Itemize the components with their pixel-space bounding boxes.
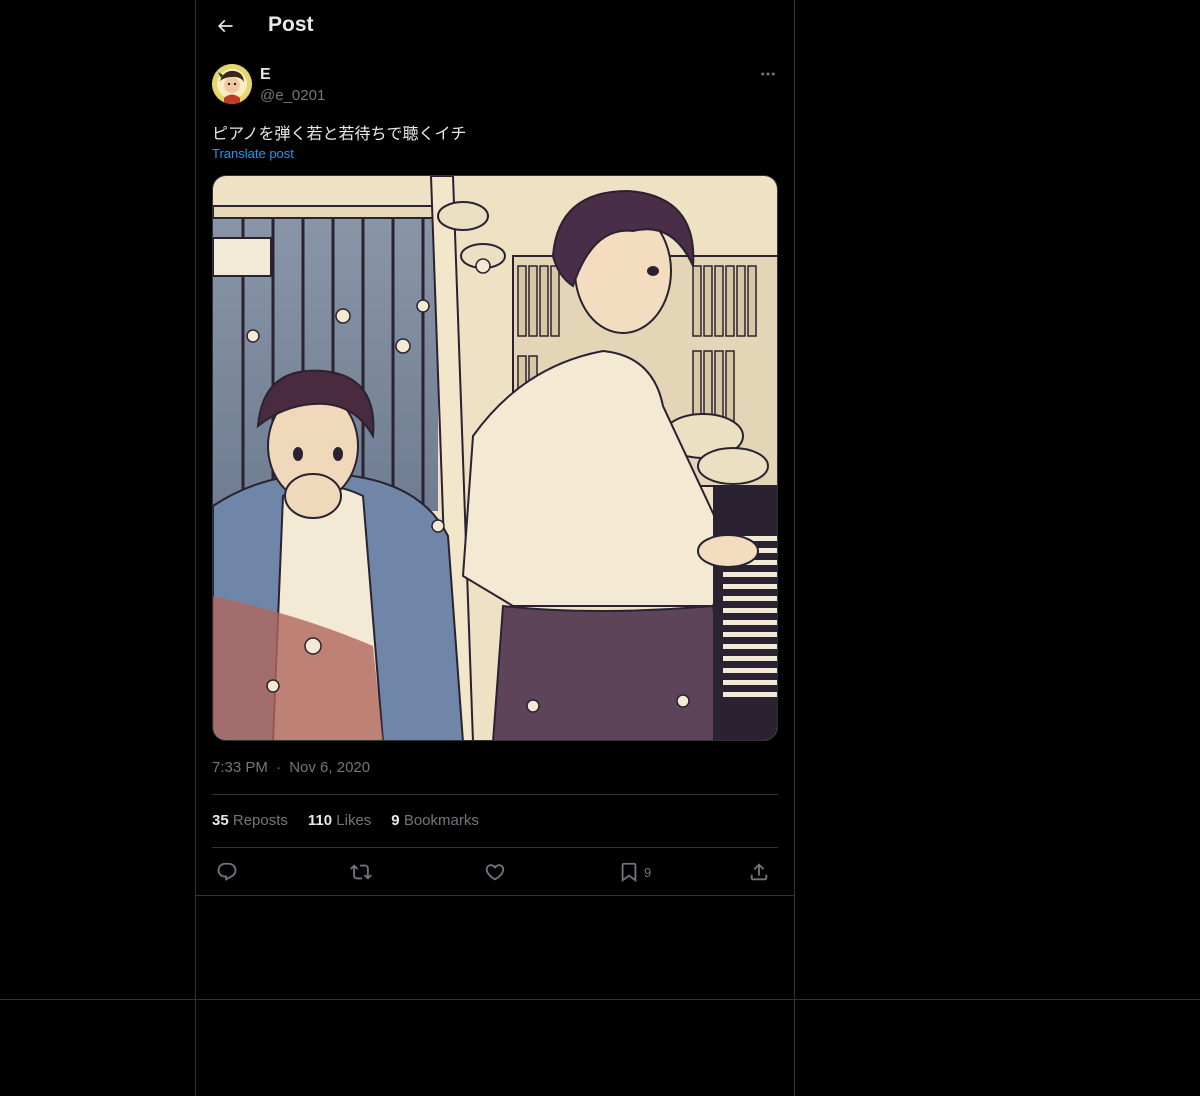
post-author: E @e_0201 xyxy=(212,64,778,108)
share-icon xyxy=(750,863,768,881)
bookmark-icon xyxy=(621,862,637,883)
stats-top-divider xyxy=(212,794,778,795)
translate-post-link[interactable]: Translate post xyxy=(212,146,294,161)
avatar-image xyxy=(212,64,252,104)
post-image[interactable] xyxy=(212,175,778,741)
bookmark-button[interactable]: 9 xyxy=(618,858,651,886)
repost-button[interactable] xyxy=(350,858,372,886)
repost-icon xyxy=(350,864,372,880)
reposts-count: 35 xyxy=(212,812,229,829)
illustration-image xyxy=(213,176,777,740)
back-button[interactable] xyxy=(208,9,242,43)
stats-bottom-divider xyxy=(212,847,778,848)
post-text: ピアノを弾く若と若待ちで聴くイチ xyxy=(212,124,467,143)
header: Post xyxy=(196,0,794,53)
post-stats: 35 Reposts 110 Likes 9 Bookmarks xyxy=(212,812,479,829)
reposts-label: Reposts xyxy=(232,812,288,829)
avatar[interactable] xyxy=(212,64,252,104)
heart-icon xyxy=(485,864,505,881)
reposts-stat[interactable]: 35 Reposts xyxy=(212,812,288,829)
reply-icon xyxy=(217,862,237,881)
author-handle[interactable]: @e_0201 xyxy=(260,87,325,104)
bookmarks-stat[interactable]: 9 Bookmarks xyxy=(391,812,479,829)
share-button[interactable] xyxy=(748,858,770,886)
likes-count: 110 xyxy=(307,812,333,829)
post-date: Nov 6, 2020 xyxy=(289,759,371,776)
post-bottom-divider xyxy=(196,895,794,896)
reply-button[interactable] xyxy=(216,858,238,886)
action-bar: 9 xyxy=(212,858,778,886)
like-button[interactable] xyxy=(484,858,506,886)
more-horizontal-icon xyxy=(761,72,775,76)
page: Post E @e_0201 ピアノを弾く若と若待ちで聴くイチ Translat… xyxy=(0,0,1200,1096)
more-options-button[interactable] xyxy=(758,64,778,84)
likes-stat[interactable]: 110 Likes xyxy=(308,812,371,829)
timestamp-separator: · xyxy=(276,759,282,776)
bookmark-count: 9 xyxy=(644,864,652,880)
post-column: Post E @e_0201 ピアノを弾く若と若待ちで聴くイチ Translat… xyxy=(195,0,795,1096)
bookmarks-count: 9 xyxy=(391,812,400,829)
likes-label: Likes xyxy=(336,812,372,829)
arrow-left-icon xyxy=(217,19,233,33)
post-timestamp[interactable]: 7:33 PM · Nov 6, 2020 xyxy=(212,759,370,776)
bookmarks-label: Bookmarks xyxy=(403,812,479,829)
page-title: Post xyxy=(268,13,314,36)
post-time: 7:33 PM xyxy=(212,759,268,776)
author-display-name[interactable]: E xyxy=(260,66,271,84)
